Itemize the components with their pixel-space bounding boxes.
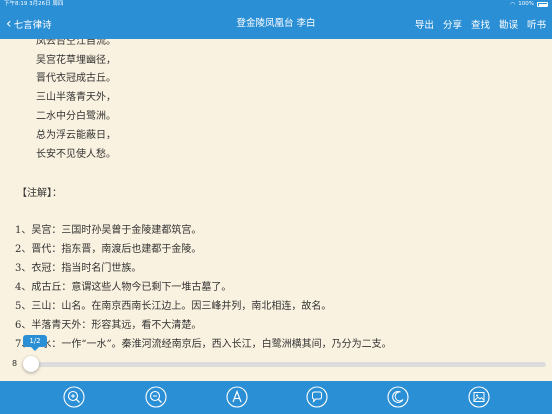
export-button[interactable]: 导出 xyxy=(415,17,434,31)
poem-line: 长安不见使人愁。 xyxy=(36,149,116,160)
font-icon xyxy=(226,386,248,408)
battery-fill xyxy=(538,3,547,7)
note-item: 7、一水：一作“一水”。秦淮河流经南京后，西入长江，白鹭洲横其间，乃分为二支。 xyxy=(15,339,392,350)
note-item: 3、衣冠：指当时名门世族。 xyxy=(15,263,142,274)
status-time-date: 下午8:19 3月26日 周四 xyxy=(4,1,64,7)
poem-line: 凤去台空江自流。 xyxy=(36,39,116,47)
back-label: 七言律诗 xyxy=(13,20,52,31)
battery-percent: 100% xyxy=(518,1,534,7)
image-button[interactable] xyxy=(468,386,490,408)
page-slider-track[interactable] xyxy=(30,362,546,367)
zoom-in-icon xyxy=(63,386,85,408)
back-button[interactable]: ‹ 七言律诗 xyxy=(6,15,52,33)
poem-line: 总为浮云能蔽日， xyxy=(36,130,116,141)
note-item: 6、半落青天外：形容其远，看不大清楚。 xyxy=(15,320,202,331)
note-item: 1、吴宫：三国时孙吴曾于金陵建都筑宫。 xyxy=(15,225,202,236)
note-item-partial: 8 xyxy=(12,359,18,368)
wifi-icon: ◠ xyxy=(510,1,516,8)
note-item: 4、成古丘：意谓这些人物今已剩下一堆古墓了。 xyxy=(15,282,232,293)
notes-heading: 【注解】： xyxy=(17,188,62,199)
note-item: 5、三山：山名。在南京西南长江边上。因三峰并列，南北相连，故名。 xyxy=(15,301,332,312)
note-item: 2、晋代：指东晋，南渡后也建都于金陵。 xyxy=(15,244,202,255)
page-slider-thumb[interactable] xyxy=(23,356,39,372)
reading-content[interactable]: 凤去台空江自流。 吴宫花草埋幽径， 晋代衣冠成古丘。 三山半落青天外， 二水中分… xyxy=(0,39,552,371)
battery-icon xyxy=(537,2,548,7)
bottom-toolbar xyxy=(0,381,552,414)
errata-button[interactable]: 勘误 xyxy=(499,17,518,31)
poem-line: 吴宫花草埋幽径， xyxy=(36,55,116,66)
image-icon xyxy=(468,386,490,408)
comment-button[interactable] xyxy=(306,386,328,408)
night-mode-icon xyxy=(387,386,409,408)
nav-bar: ‹ 七言律诗 登金陵凤凰台 李白 导出 分享 查找 勘误 听书 xyxy=(0,9,552,39)
poem-line: 晋代衣冠成古丘。 xyxy=(36,73,116,84)
status-right: ◠ 100% xyxy=(510,0,548,9)
status-bar: 下午8:19 3月26日 周四 ◠ 100% xyxy=(0,0,552,9)
nav-actions: 导出 分享 查找 勘误 听书 xyxy=(415,9,546,39)
zoom-in-button[interactable] xyxy=(63,386,85,408)
poem-line: 三山半落青天外， xyxy=(36,92,116,103)
bubble-icon xyxy=(306,386,328,408)
font-button[interactable] xyxy=(226,386,248,408)
poem-line: 二水中分白鹭洲。 xyxy=(36,111,116,122)
listen-button[interactable]: 听书 xyxy=(527,17,546,31)
chevron-left-icon: ‹ xyxy=(6,16,12,32)
share-button[interactable]: 分享 xyxy=(443,17,462,31)
night-mode-button[interactable] xyxy=(387,386,409,408)
page-indicator: 1/2 xyxy=(23,335,47,351)
zoom-out-button[interactable] xyxy=(145,386,167,408)
zoom-out-icon xyxy=(145,386,167,408)
find-button[interactable]: 查找 xyxy=(471,17,490,31)
